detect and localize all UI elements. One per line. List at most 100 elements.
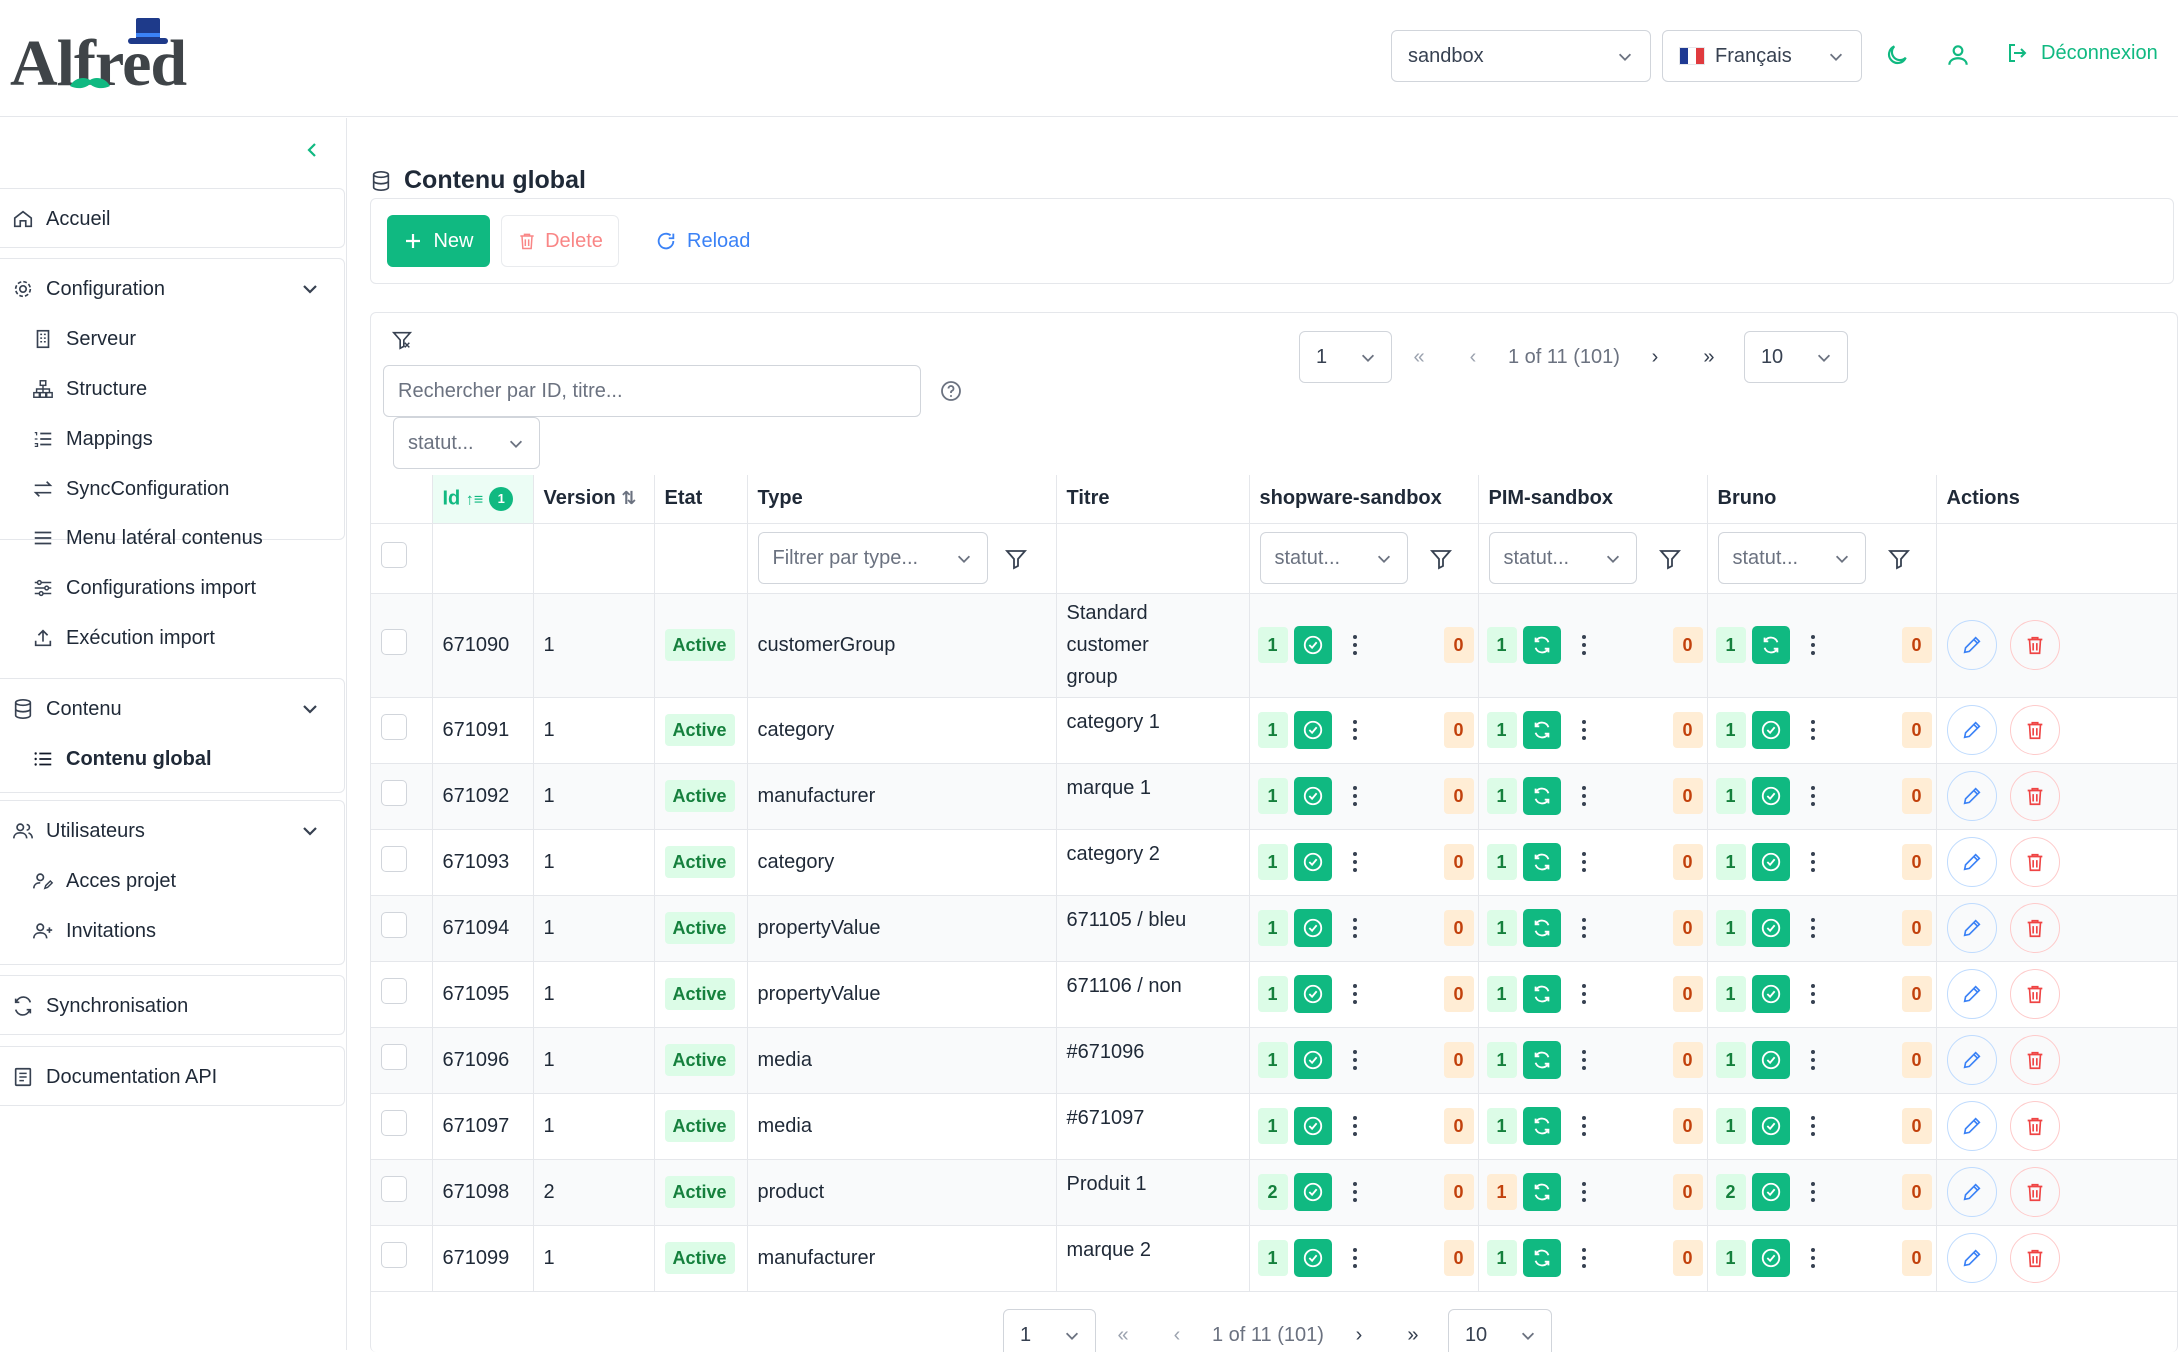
last-page-button[interactable]: » — [1682, 331, 1736, 383]
more-vertical-icon[interactable] — [1352, 851, 1358, 873]
bruno-status-filter[interactable]: statut... — [1717, 532, 1866, 584]
more-menu-button[interactable] — [1569, 719, 1599, 741]
more-vertical-icon[interactable] — [1352, 1181, 1358, 1203]
more-menu-button[interactable] — [1798, 851, 1828, 873]
more-menu-button[interactable] — [1340, 719, 1370, 741]
sync-status-button[interactable] — [1522, 1041, 1561, 1079]
edit-button[interactable] — [1946, 1101, 1997, 1151]
more-menu-button[interactable] — [1340, 851, 1370, 873]
table-row[interactable]: 671095 1 Active propertyValue 671106 / n… — [371, 961, 2177, 1028]
more-menu-button[interactable] — [1340, 1049, 1370, 1071]
first-page-button[interactable]: « — [1096, 1309, 1150, 1352]
sidebar-item-contenu-global[interactable]: Contenu global — [32, 744, 212, 774]
more-vertical-icon[interactable] — [1352, 1247, 1358, 1269]
logout-button[interactable]: Déconnexion — [2005, 41, 2158, 65]
sync-status-button[interactable] — [1522, 711, 1561, 749]
select-all-checkbox[interactable] — [381, 542, 407, 568]
more-vertical-icon[interactable] — [1810, 719, 1816, 741]
more-menu-button[interactable] — [1340, 785, 1370, 807]
edit-button[interactable] — [1946, 1035, 1997, 1085]
more-vertical-icon[interactable] — [1810, 983, 1816, 1005]
filter-clear-icon[interactable] — [391, 329, 413, 351]
more-vertical-icon[interactable] — [1352, 917, 1358, 939]
more-menu-button[interactable] — [1798, 1115, 1828, 1137]
table-row[interactable]: 671096 1 Active media #671096 1 0 1 0 1 … — [371, 1027, 2177, 1094]
search-input[interactable] — [383, 365, 921, 417]
sidebar-item-configuration[interactable]: Configuration — [12, 274, 165, 304]
delete-row-button[interactable] — [2010, 705, 2061, 755]
filter-icon[interactable] — [1887, 547, 1911, 571]
more-menu-button[interactable] — [1340, 1247, 1370, 1269]
more-vertical-icon[interactable] — [1581, 785, 1587, 807]
more-menu-button[interactable] — [1340, 1115, 1370, 1137]
sync-status-button[interactable] — [1293, 626, 1332, 664]
edit-button[interactable] — [1946, 903, 1997, 953]
sidebar-item-syncconfiguration[interactable]: SyncConfiguration — [32, 474, 229, 504]
more-vertical-icon[interactable] — [1581, 917, 1587, 939]
chevron-down-icon[interactable] — [300, 699, 320, 719]
more-menu-button[interactable] — [1569, 785, 1599, 807]
page-select[interactable]: 1 — [1299, 331, 1392, 383]
delete-row-button[interactable] — [2010, 1233, 2061, 1283]
sync-status-button[interactable] — [1751, 711, 1790, 749]
sidebar-item-acces-projet[interactable]: Acces projet — [32, 866, 176, 896]
more-menu-button[interactable] — [1340, 983, 1370, 1005]
sidebar-item-serveur[interactable]: Serveur — [32, 324, 136, 354]
sync-status-button[interactable] — [1522, 1239, 1561, 1277]
sync-status-button[interactable] — [1293, 1041, 1332, 1079]
row-checkbox[interactable] — [381, 1044, 407, 1070]
more-vertical-icon[interactable] — [1352, 1115, 1358, 1137]
chevron-down-icon[interactable] — [300, 279, 320, 299]
environment-select[interactable]: sandbox — [1391, 30, 1651, 82]
table-row[interactable]: 671097 1 Active media #671097 1 0 1 0 1 … — [371, 1093, 2177, 1160]
row-checkbox[interactable] — [381, 629, 407, 655]
delete-row-button[interactable] — [2010, 969, 2061, 1019]
edit-button[interactable] — [1946, 705, 1997, 755]
sidebar-item-documentation-api[interactable]: Documentation API — [12, 1062, 217, 1092]
sync-status-button[interactable] — [1522, 1107, 1561, 1145]
table-row[interactable]: 671090 1 Active customerGroup Standard c… — [371, 593, 2177, 698]
sync-status-button[interactable] — [1751, 843, 1790, 881]
more-vertical-icon[interactable] — [1352, 634, 1358, 656]
filter-icon[interactable] — [1429, 547, 1453, 571]
table-row[interactable]: 671098 2 Active product Produit 1 2 0 1 — [371, 1159, 2177, 1226]
pim-status-filter[interactable]: statut... — [1488, 532, 1637, 584]
more-vertical-icon[interactable] — [1581, 983, 1587, 1005]
type-filter-select[interactable]: Filtrer par type... — [757, 532, 988, 584]
prev-page-button[interactable]: ‹ — [1150, 1309, 1204, 1352]
prev-page-button[interactable]: ‹ — [1446, 331, 1500, 383]
sync-status-button[interactable] — [1293, 1107, 1332, 1145]
sync-status-button[interactable] — [1293, 909, 1332, 947]
sidebar-item-utilisateurs[interactable]: Utilisateurs — [12, 816, 145, 846]
sidebar-item-execution-import[interactable]: Exécution import — [32, 623, 215, 653]
sync-status-button[interactable] — [1751, 626, 1790, 664]
table-row[interactable]: 671093 1 Active category category 2 1 0 … — [371, 829, 2177, 896]
sidebar-item-configurations-import[interactable]: Configurations import — [32, 573, 256, 603]
rows-per-page-select[interactable]: 10 — [1743, 331, 1848, 383]
filter-icon[interactable] — [1658, 547, 1682, 571]
moon-icon[interactable] — [1884, 42, 1910, 68]
alfred-logo[interactable]: Alfred — [10, 18, 210, 100]
next-page-button[interactable]: › — [1332, 1309, 1386, 1352]
more-menu-button[interactable] — [1798, 1181, 1828, 1203]
chevron-down-icon[interactable] — [300, 821, 320, 841]
sync-status-button[interactable] — [1522, 777, 1561, 815]
delete-row-button[interactable] — [2010, 1035, 2061, 1085]
sync-status-button[interactable] — [1293, 843, 1332, 881]
help-circle-icon[interactable] — [939, 379, 963, 403]
more-menu-button[interactable] — [1569, 851, 1599, 873]
row-checkbox[interactable] — [381, 1110, 407, 1136]
table-row[interactable]: 671091 1 Active category category 1 1 0 … — [371, 697, 2177, 764]
reload-button[interactable]: Reload — [641, 215, 764, 267]
sync-status-button[interactable] — [1751, 975, 1790, 1013]
sync-status-button[interactable] — [1522, 909, 1561, 947]
rows-per-page-select[interactable]: 10 — [1447, 1309, 1552, 1352]
more-vertical-icon[interactable] — [1581, 719, 1587, 741]
sync-status-button[interactable] — [1751, 909, 1790, 947]
more-menu-button[interactable] — [1569, 1247, 1599, 1269]
shop-status-filter[interactable]: statut... — [1259, 532, 1408, 584]
sidebar-item-menu-lateral[interactable]: Menu latéral contenus — [32, 523, 263, 553]
more-vertical-icon[interactable] — [1810, 785, 1816, 807]
global-status-filter[interactable]: statut... — [393, 417, 540, 469]
delete-button[interactable]: Delete — [501, 215, 619, 267]
